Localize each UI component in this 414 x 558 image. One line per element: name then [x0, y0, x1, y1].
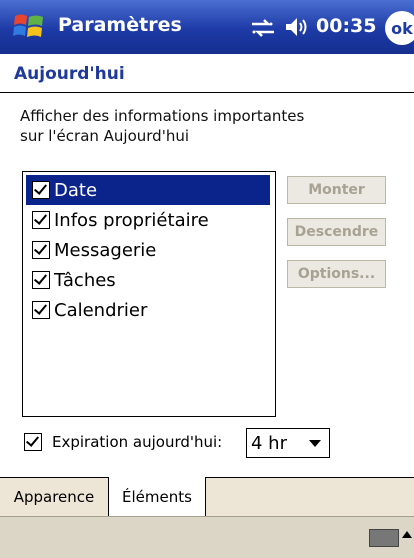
list-item-tasks[interactable]: Tâches [26, 265, 270, 295]
volume-icon[interactable] [284, 15, 310, 39]
list-item-label: Messagerie [54, 239, 157, 261]
list-item-date[interactable]: Date [26, 175, 270, 205]
title-bar: Paramètres 00:35 ok [0, 0, 414, 54]
move-down-button[interactable]: Descendre [287, 218, 386, 246]
list-item-label: Infos propriétaire [54, 209, 209, 231]
tab-strip: Apparence Éléments [0, 477, 414, 517]
list-item-owner-info[interactable]: Infos propriétaire [26, 205, 270, 235]
ok-button[interactable]: ok [385, 11, 414, 45]
app-title: Paramètres [58, 14, 182, 36]
expiration-value: 4 hr [251, 432, 287, 454]
menu-bar [0, 516, 414, 558]
page-title: Aujourd'hui [14, 64, 125, 84]
description-text: Afficher des informations importantes su… [20, 106, 400, 146]
list-item-label: Tâches [54, 269, 116, 291]
checkbox[interactable] [32, 241, 50, 259]
expiration-label: Expiration aujourd'hui: [52, 433, 223, 451]
chevron-down-icon [309, 440, 321, 447]
clock[interactable]: 00:35 [316, 15, 376, 37]
list-item-label: Calendrier [54, 299, 148, 321]
expiration-checkbox[interactable] [24, 433, 42, 451]
list-item-label: Date [54, 179, 98, 201]
windows-start-icon[interactable] [12, 10, 46, 44]
description-line: Afficher des informations importantes [20, 107, 305, 125]
checkbox[interactable] [32, 211, 50, 229]
tab-elements[interactable]: Éléments [108, 477, 206, 517]
list-item-calendar[interactable]: Calendrier [26, 295, 270, 325]
options-button[interactable]: Options... [287, 260, 386, 288]
checkbox[interactable] [32, 271, 50, 289]
list-item-messaging[interactable]: Messagerie [26, 235, 270, 265]
move-up-button[interactable]: Monter [287, 176, 386, 204]
checkbox[interactable] [32, 181, 50, 199]
checkbox[interactable] [32, 301, 50, 319]
description-line: sur l'écran Aujourd'hui [20, 127, 190, 145]
header-divider [0, 92, 414, 93]
connectivity-icon[interactable] [250, 18, 276, 38]
expiration-select[interactable]: 4 hr [246, 428, 330, 458]
input-panel-arrow-icon[interactable] [402, 531, 412, 538]
keyboard-icon[interactable] [369, 529, 399, 547]
items-listbox[interactable]: Date Infos propriétaire Messagerie Tâche… [22, 171, 276, 417]
tab-appearance[interactable]: Apparence [0, 478, 109, 515]
